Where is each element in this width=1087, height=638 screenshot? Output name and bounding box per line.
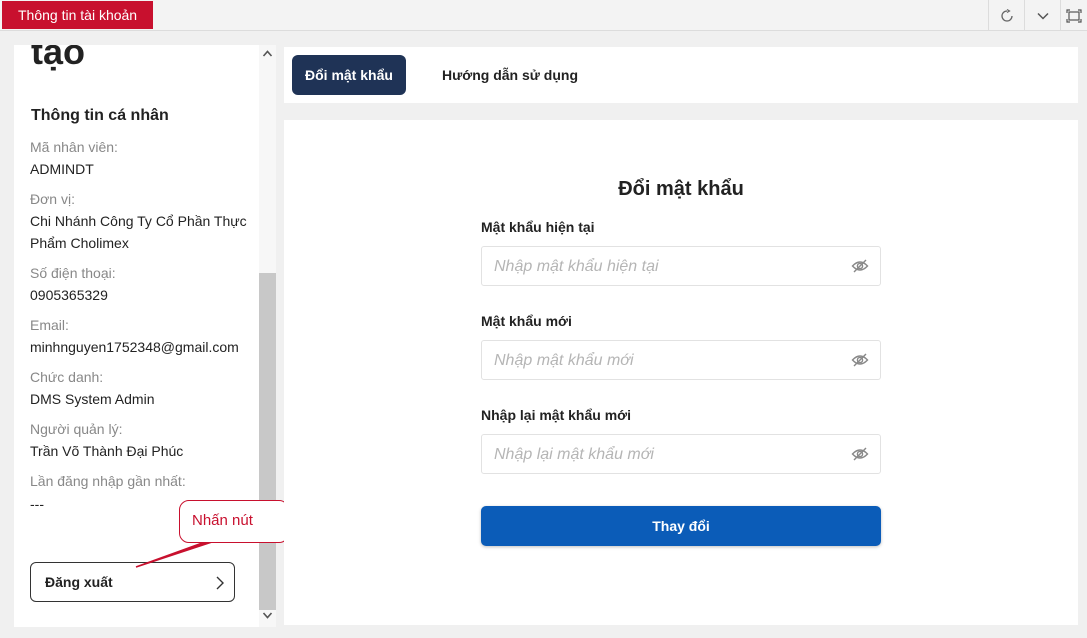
manager-label: Người quản lý: (30, 421, 123, 437)
collapse-button[interactable] (1024, 0, 1060, 31)
new-password-input[interactable]: Nhập mật khẩu mới (481, 340, 881, 380)
tab-bar: Đổi mật khẩu Hướng dẫn sử dụng (284, 47, 1078, 103)
eye-off-icon[interactable] (851, 352, 869, 368)
current-password-input[interactable]: Nhập mật khẩu hiện tại (481, 246, 881, 286)
confirm-password-label: Nhập lại mật khẩu mới (481, 407, 631, 423)
unit-value: Chi Nhánh Công Ty Cổ Phần Thực Phẩm Chol… (30, 213, 247, 251)
window-title-tab[interactable]: Thông tin tài khoản (2, 1, 154, 29)
confirm-password-input[interactable]: Nhập lại mật khẩu mới (481, 434, 881, 474)
change-password-submit-button[interactable]: Thay đổi (481, 506, 881, 546)
refresh-button[interactable] (988, 0, 1024, 31)
scroll-up-arrow-icon[interactable] (262, 49, 273, 58)
profile-heading: tạo (31, 45, 85, 72)
chevron-down-icon (1036, 12, 1049, 20)
current-password-placeholder: Nhập mật khẩu hiện tại (494, 258, 659, 275)
tab-user-guide[interactable]: Hướng dẫn sử dụng (429, 55, 591, 95)
eye-off-icon[interactable] (851, 258, 869, 274)
current-password-label: Mật khẩu hiện tại (481, 219, 595, 235)
scrollbar-thumb[interactable] (259, 273, 276, 610)
scroll-down-arrow-icon[interactable] (262, 611, 273, 620)
logout-button[interactable]: Đăng xuất (30, 562, 235, 602)
maximize-icon (1066, 8, 1082, 23)
refresh-icon (1000, 8, 1013, 22)
manager-value: Trần Võ Thành Đại Phúc (30, 443, 184, 459)
window-titlebar: Thông tin tài khoản (0, 0, 1087, 31)
callout-bubble: Nhấn nút (179, 500, 289, 543)
last-login-label: Lần đăng nhập gần nhất: (30, 473, 186, 489)
maximize-button[interactable] (1060, 0, 1087, 31)
change-password-form: Đổi mật khẩu Mật khẩu hiện tại Nhập mật … (284, 120, 1078, 625)
chevron-right-icon (216, 576, 224, 590)
new-password-placeholder: Nhập mật khẩu mới (494, 352, 634, 369)
confirm-password-placeholder: Nhập lại mật khẩu mới (494, 446, 654, 463)
phone-value: 0905365329 (30, 287, 108, 303)
unit-label: Đơn vị: (30, 191, 75, 207)
email-label: Email: (30, 317, 69, 333)
tab-change-password[interactable]: Đổi mật khẩu (292, 55, 406, 95)
email-value: minhnguyen1752348@gmail.com (30, 339, 239, 355)
employee-id-label: Mã nhân viên: (30, 139, 118, 155)
job-title-value: DMS System Admin (30, 391, 155, 407)
phone-label: Số điện thoại: (30, 265, 116, 281)
employee-id-value: ADMINDT (30, 161, 94, 177)
callout-text: Nhấn nút (192, 512, 253, 529)
profile-section-title: Thông tin cá nhân (31, 107, 169, 124)
eye-off-icon[interactable] (851, 446, 869, 462)
form-title: Đổi mật khẩu (618, 178, 744, 200)
job-title-label: Chức danh: (30, 369, 104, 385)
new-password-label: Mật khẩu mới (481, 313, 572, 329)
logout-label: Đăng xuất (45, 574, 113, 590)
